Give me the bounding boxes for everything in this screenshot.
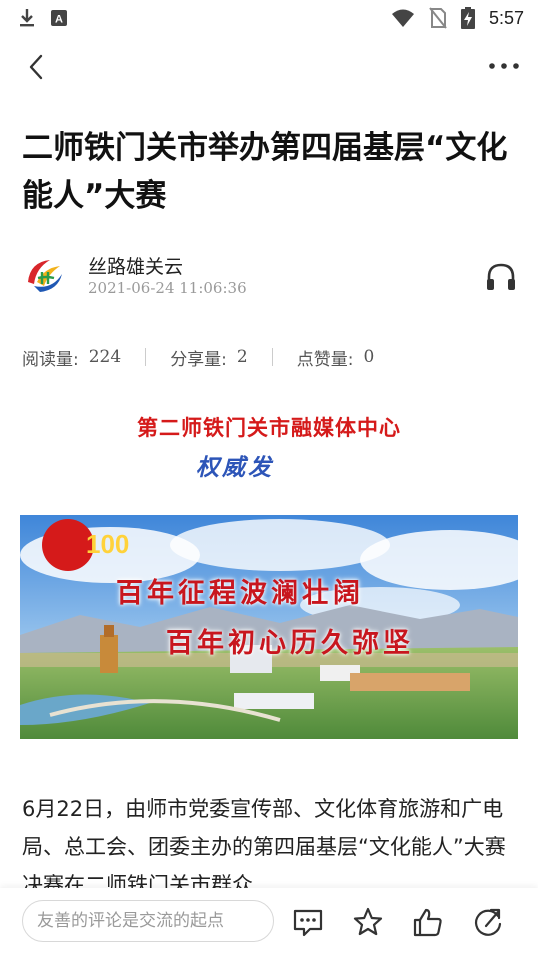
author-name[interactable]: 丝路雄关云 xyxy=(88,252,183,279)
no-sim-icon xyxy=(429,7,447,29)
stat-value: 2 xyxy=(236,347,248,367)
status-time: 5:57 xyxy=(488,7,524,28)
stat-value: 224 xyxy=(88,347,122,367)
channel-logo-icon xyxy=(24,254,66,296)
hero-image[interactable]: 100 百年征程波澜壮阔 百年初心历久弥坚 xyxy=(20,515,518,739)
battery-charging-icon xyxy=(460,7,475,29)
stat-label: 阅读量: xyxy=(22,349,79,370)
stat-shares: 分享量: 2 xyxy=(170,345,248,370)
banner-line-1: 第二师铁门关市融媒体中心 xyxy=(137,416,401,440)
status-left: A xyxy=(18,8,68,28)
divider xyxy=(271,348,273,366)
publish-time: 2021-06-24 11:06:36 xyxy=(88,279,247,297)
svg-text:A: A xyxy=(55,14,63,26)
chevron-left-icon[interactable] xyxy=(22,52,52,82)
stat-label: 分享量: xyxy=(170,349,227,370)
author-row: 丝路雄关云 2021-06-24 11:06:36 xyxy=(22,248,518,304)
download-icon xyxy=(20,9,34,27)
svg-text:100: 100 xyxy=(86,529,129,559)
stat-likes: 点赞量: 0 xyxy=(297,345,375,370)
banner-line-2: 权威发 xyxy=(196,455,274,481)
like-thumb-icon[interactable] xyxy=(412,906,444,938)
hero-slogan-2: 百年初心历久弥坚 xyxy=(166,628,414,659)
avatar[interactable] xyxy=(22,252,68,298)
headphones-icon[interactable] xyxy=(484,260,518,294)
stat-value: 0 xyxy=(363,347,375,367)
comment-input[interactable] xyxy=(22,900,274,942)
stats-row: 阅读量: 224 分享量: 2 点赞量: 0 xyxy=(22,342,374,372)
status-bar: A 5:57 xyxy=(0,0,538,36)
comment-icon[interactable] xyxy=(292,906,324,938)
bottom-bar xyxy=(0,888,538,956)
hero-slogan-1: 百年征程波澜壮阔 xyxy=(116,578,364,609)
article-title: 二师铁门关市举办第四届基层“文化能人”大赛 xyxy=(22,130,508,214)
nav-bar xyxy=(0,44,538,90)
app-a-icon: A xyxy=(51,10,67,26)
wifi-icon xyxy=(391,9,414,27)
stat-reads: 阅读量: 224 xyxy=(22,345,121,370)
divider xyxy=(145,348,147,366)
status-right: 5:57 xyxy=(391,7,524,29)
more-dots-icon[interactable] xyxy=(488,56,520,76)
favorite-star-icon[interactable] xyxy=(352,906,384,938)
stat-label: 点赞量: xyxy=(296,349,354,370)
share-icon[interactable] xyxy=(472,906,504,938)
article-body: 6月22日，由师市党委宣传部、文化体育旅游和广电局、总工会、团委主办的第四届基层… xyxy=(22,797,506,897)
